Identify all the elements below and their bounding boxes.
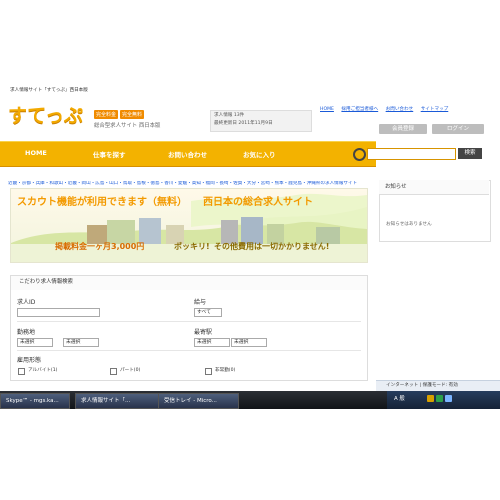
taskbar-browser[interactable]: 求人情報サイト「... [75, 393, 159, 409]
taskbar-skype[interactable]: Skype™ - mgs.ka... [0, 393, 70, 409]
employment-option-3: 非常勤(0) [215, 368, 236, 373]
tray-icon-1[interactable] [427, 395, 434, 402]
news-message: お知らせはありません [386, 222, 432, 227]
job-id-label: 求人ID [17, 299, 36, 306]
banner-title-right: 西日本の総合求人サイト [203, 197, 313, 208]
station-select-2[interactable]: 未選択 [231, 338, 267, 347]
site-header-text: 求人情報サイト「すてっぷ」西日本版 [10, 88, 88, 93]
search-form-header: こだわり求人情報検索 [10, 275, 368, 291]
tray-icons [427, 395, 467, 404]
job-id-input[interactable] [17, 308, 100, 317]
browser-status-bar: インターネット | 保護モード: 有効 [376, 380, 500, 391]
top-link-employers[interactable]: 採用ご担当者様へ [341, 107, 378, 112]
work-location-label: 勤務地 [17, 329, 36, 336]
employment-type-label: 雇用形態 [17, 357, 42, 364]
work-location-select-2[interactable]: 未選択 [63, 338, 99, 347]
badge-row: 完全料金 完全無料 [94, 110, 145, 119]
search-icon [353, 148, 366, 161]
banner-fee-note-2: その他費用は一切かかりません! [214, 242, 330, 251]
news-header: お知らせ [379, 180, 489, 195]
banner-title: スカウト機能が利用できます（無料） [17, 197, 187, 208]
member-register-button[interactable]: 会員登録 [379, 124, 427, 134]
nav-job-search[interactable]: 仕事を探す [93, 149, 126, 159]
last-updated: 最終更新日 2011年11月9日 [214, 121, 273, 126]
taskbar-mail[interactable]: 受信トレイ - Micro... [158, 393, 239, 409]
badge-1: 完全料金 [94, 110, 119, 119]
nav-contact[interactable]: お問い合わせ [168, 149, 207, 159]
employment-option-1: アルバイト(1) [28, 368, 58, 373]
top-link-sitemap[interactable]: サイトマップ [421, 107, 449, 112]
form-divider-2 [17, 350, 361, 351]
prefecture-list[interactable]: 近畿・京都・兵庫・和歌山・近畿・岡山・広島・山口・鳥取・島根・徳島・香川・愛媛・… [8, 181, 373, 186]
nearest-station-label: 最寄駅 [194, 329, 213, 336]
station-select-1[interactable]: 未選択 [194, 338, 230, 347]
employment-checkbox-2[interactable] [110, 368, 117, 375]
badge-2: 完全無料 [120, 110, 145, 119]
work-location-select-1[interactable]: 未選択 [17, 338, 53, 347]
site-logo[interactable]: すてっぷ [8, 101, 83, 128]
search-form: 求人ID 給与 すべて 勤務地 未選択 未選択 最寄駅 未選択 未選択 雇用形態… [10, 290, 368, 381]
nav-favorites[interactable]: お気に入り [243, 149, 276, 159]
nav-home[interactable]: HOME [25, 149, 47, 157]
top-link-home[interactable]: HOME [320, 107, 334, 112]
tray-icon-3[interactable] [445, 395, 452, 402]
login-button[interactable]: ログイン [432, 124, 484, 134]
employment-checkbox-3[interactable] [205, 368, 212, 375]
salary-select[interactable]: すべて [194, 308, 222, 317]
top-link-contact[interactable]: お問い合わせ [386, 107, 414, 112]
tray-icon-2[interactable] [436, 395, 443, 402]
taskbar: Skype™ - mgs.ka... 求人情報サイト「... 受信トレイ - M… [0, 391, 500, 409]
internet-status: インターネット | 保護モード: 有効 [386, 383, 458, 388]
banner-fee-note: ポッキリ! [174, 242, 210, 251]
top-links: HOME 採用ご担当者様へ お問い合わせ サイトマップ [320, 107, 454, 112]
salary-label: 給与 [194, 299, 207, 306]
banner-fee: 掲載料金一ヶ月3,000円 [55, 242, 145, 251]
job-count: 求人情報 13件 [214, 113, 245, 118]
employment-checkbox-1[interactable] [18, 368, 25, 375]
news-title: お知らせ [385, 184, 407, 190]
tray-language: A 般 [394, 396, 405, 402]
search-form-title: こだわり求人情報検索 [19, 279, 73, 285]
search-button[interactable]: 検索 [458, 148, 482, 159]
employment-option-2: パート(0) [120, 368, 141, 373]
form-divider [17, 321, 361, 322]
site-tagline: 総合型求人サイト 西日本版 [94, 123, 161, 129]
main-navigation: HOME 仕事を探す お問い合わせ お気に入り [0, 141, 376, 167]
search-input[interactable] [367, 148, 456, 160]
system-tray: A 般 [387, 391, 500, 409]
